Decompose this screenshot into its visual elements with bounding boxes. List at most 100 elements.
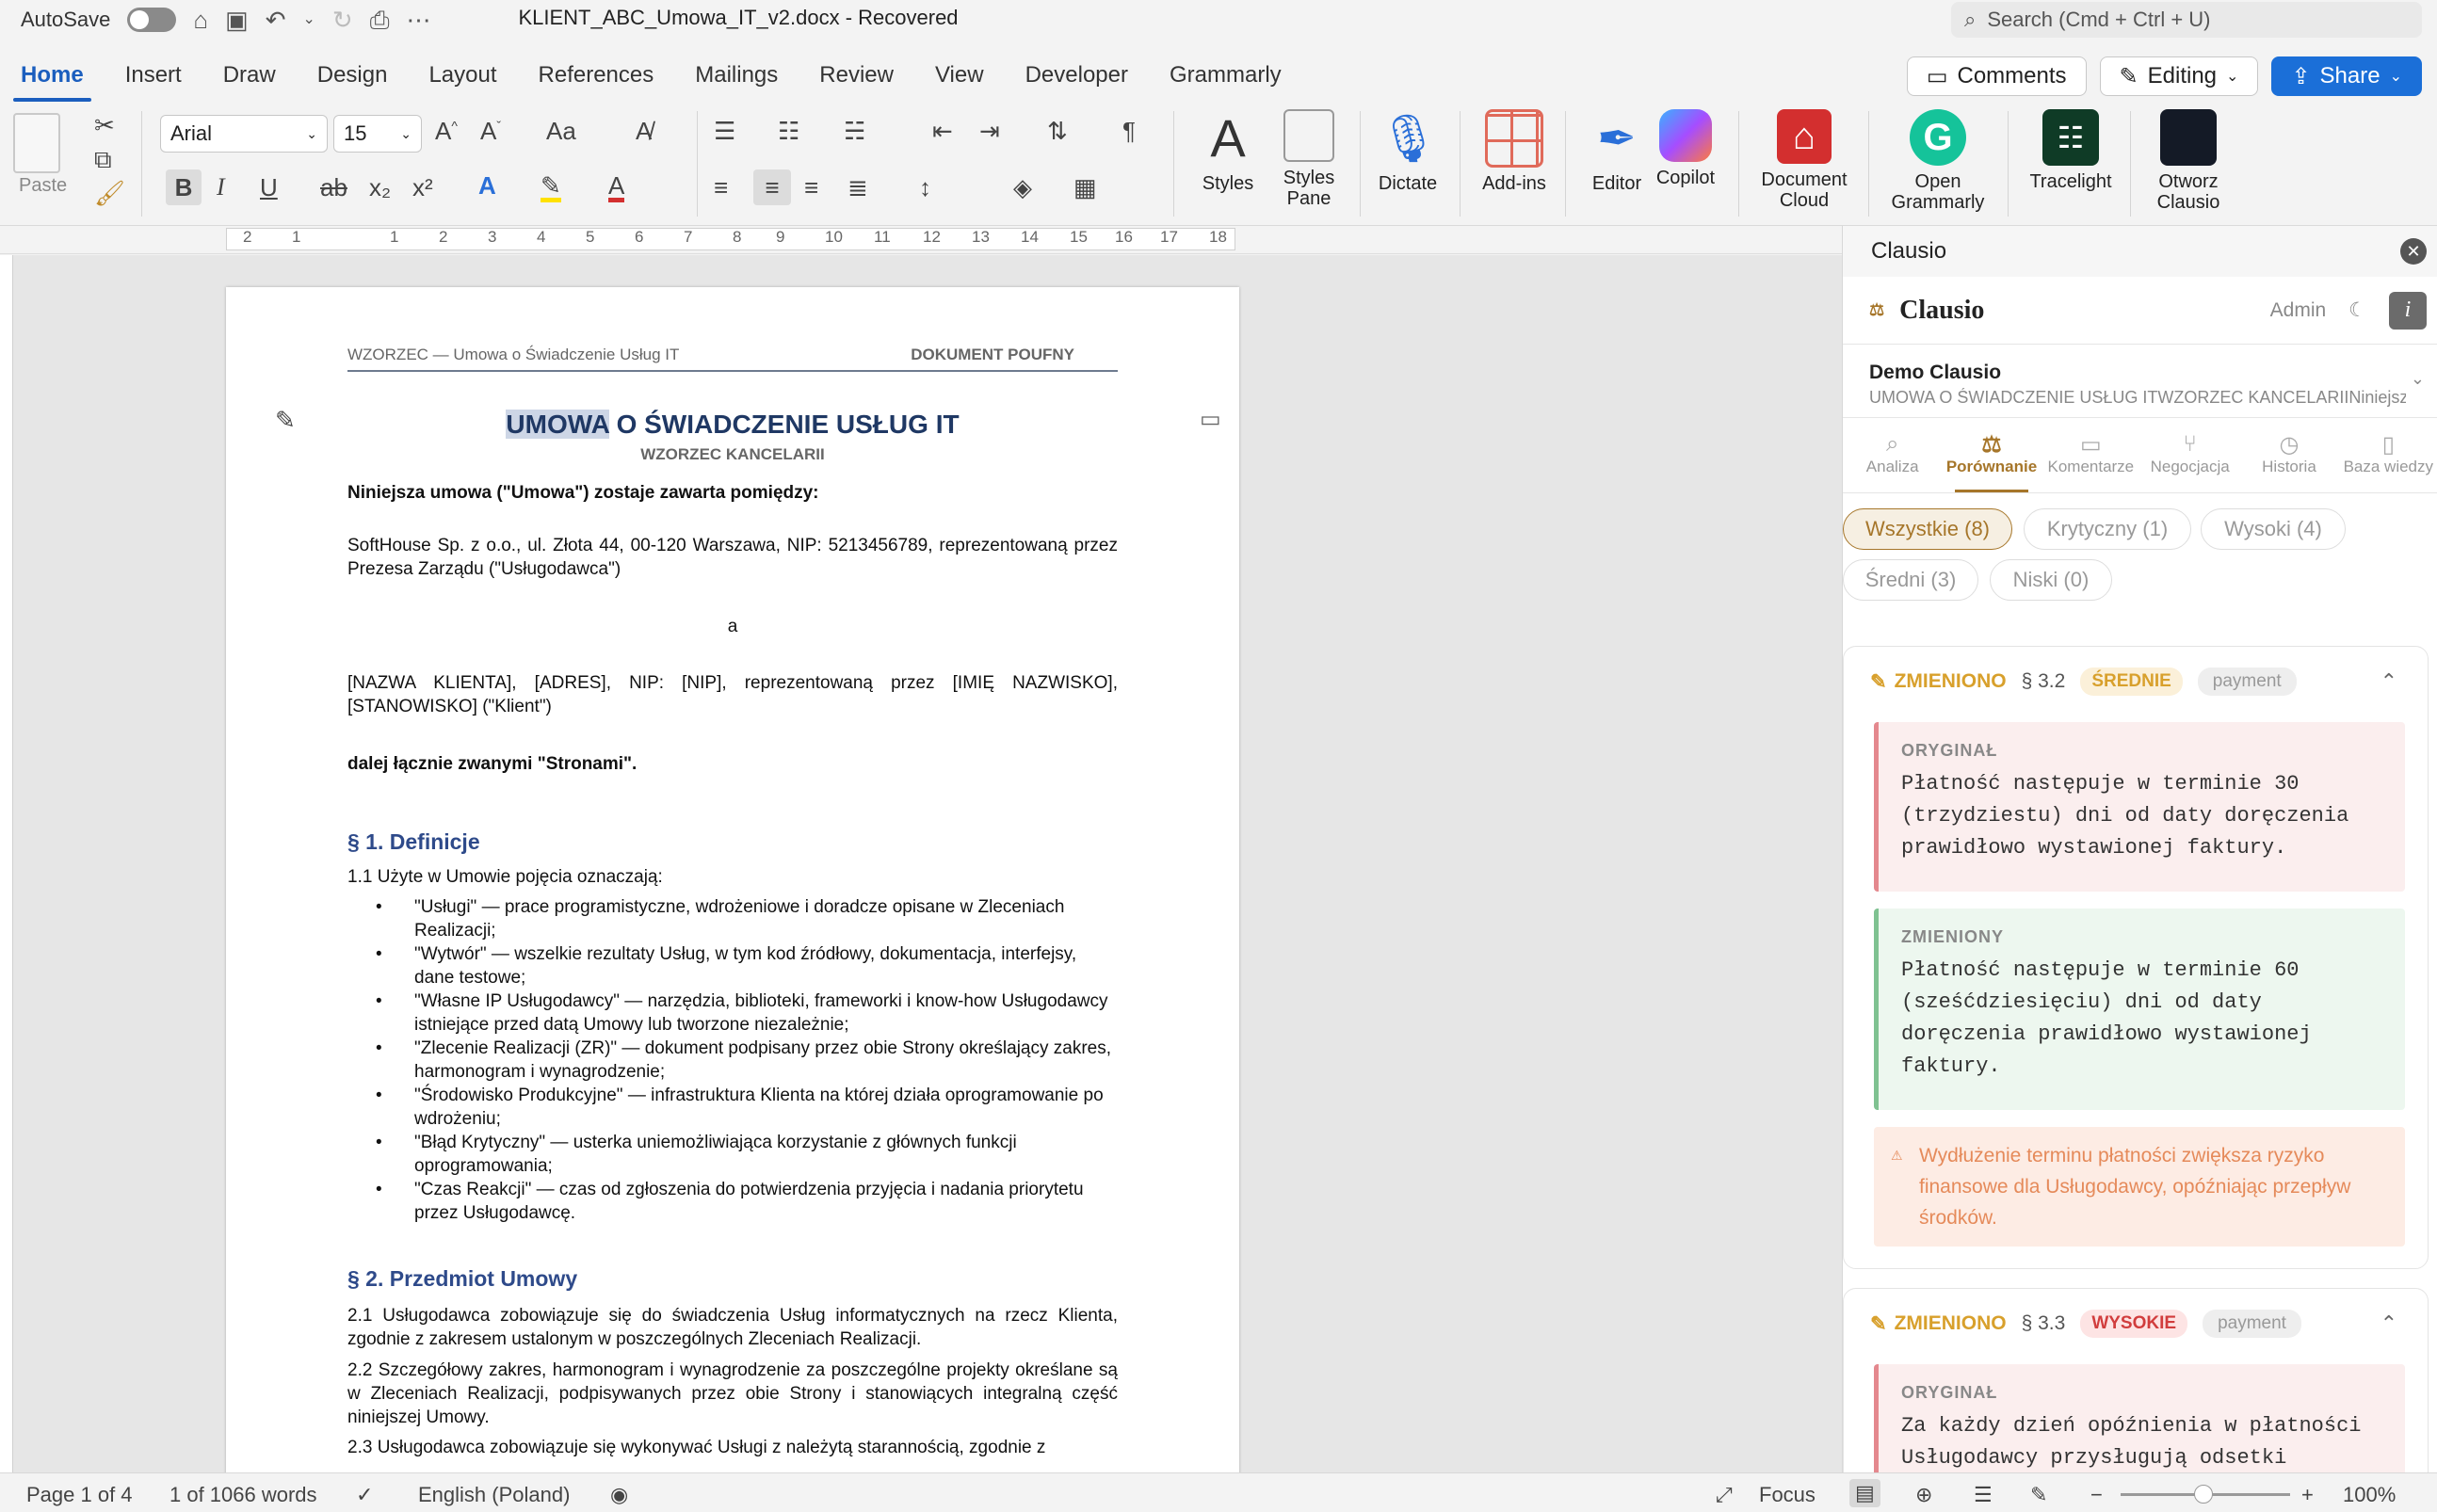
zoom-slider-thumb[interactable] — [2194, 1485, 2213, 1504]
autosave-toggle[interactable] — [127, 8, 177, 32]
tab-references[interactable]: References — [518, 55, 675, 96]
justify-icon[interactable]: ≣ — [847, 175, 868, 200]
editor-button[interactable]: ✒ Editor — [1582, 109, 1652, 194]
copy-icon[interactable]: ⧉ — [94, 147, 112, 171]
show-formatting-icon[interactable]: ¶ — [1122, 119, 1136, 143]
filter-medium[interactable]: Średni (3) — [1843, 559, 1978, 601]
styles-button[interactable]: A Styles — [1192, 109, 1264, 195]
project-selector[interactable]: Demo Clausio UMOWA O ŚWIADCZENIE USŁUG I… — [1843, 345, 2437, 418]
editing-button[interactable]: ✎ Editing ⌄ — [2099, 56, 2259, 96]
font-name-select[interactable]: Arial ⌄ — [160, 115, 328, 153]
dark-mode-icon[interactable]: ☾ — [2348, 298, 2366, 322]
tab-baza-wiedzy[interactable]: ▯ Baza wiedzy — [2339, 418, 2437, 492]
dictate-button[interactable]: 🎙 Dictate — [1369, 109, 1446, 194]
grow-font-icon[interactable]: A^ — [435, 119, 458, 143]
align-center-icon[interactable]: ≡ — [753, 169, 791, 205]
accessibility-icon[interactable]: ◉ — [610, 1483, 628, 1507]
share-button[interactable]: ⇪ Share ⌄ — [2271, 56, 2422, 96]
tab-porownanie[interactable]: ⚖ Porównanie — [1942, 418, 2041, 492]
line-spacing-icon[interactable]: ↕ — [919, 175, 931, 200]
format-painter-icon[interactable]: 🖌 — [94, 181, 125, 205]
open-clausio-button[interactable]: Otworz Clausio — [2141, 109, 2235, 213]
horizontal-ruler[interactable]: 2 1 1 2 3 4 5 6 7 8 9 10 11 12 13 14 15 … — [0, 226, 1842, 254]
word-count[interactable]: 1 of 1066 words — [169, 1483, 317, 1507]
borders-icon[interactable]: ▦ — [1073, 175, 1097, 200]
tab-komentarze[interactable]: ▭ Komentarze — [2042, 418, 2140, 492]
tab-historia[interactable]: ◷ Historia — [2239, 418, 2338, 492]
collapse-chevron-icon[interactable]: ⌃ — [2381, 669, 2397, 694]
change-case-icon[interactable]: Aa — [546, 119, 576, 143]
draft-icon[interactable]: ✎ — [2030, 1483, 2047, 1507]
styles-pane-button[interactable]: Styles Pane — [1271, 109, 1347, 209]
page-indicator[interactable]: Page 1 of 4 — [26, 1483, 133, 1507]
zoom-in-icon[interactable]: + — [2301, 1483, 2314, 1507]
admin-link[interactable]: Admin — [2270, 299, 2327, 322]
undo-dropdown-icon[interactable]: ⌄ — [303, 12, 315, 27]
font-size-select[interactable]: 15 ⌄ — [333, 115, 422, 153]
document-page[interactable]: WZORZEC — Umowa o Świadczenie Usług IT D… — [226, 287, 1239, 1472]
tab-grammarly[interactable]: Grammarly — [1149, 55, 1302, 96]
tab-layout[interactable]: Layout — [408, 55, 517, 96]
undo-icon[interactable]: ↶ — [266, 8, 286, 32]
bullets-icon[interactable]: ☰ — [714, 119, 735, 143]
superscript-icon[interactable]: x² — [412, 175, 433, 200]
subscript-icon[interactable]: x₂ — [369, 175, 391, 200]
document-canvas[interactable]: WZORZEC — Umowa o Świadczenie Usług IT D… — [0, 255, 1842, 1472]
copilot-button[interactable]: Copilot — [1650, 109, 1721, 188]
language-indicator[interactable]: English (Poland) — [418, 1483, 570, 1507]
tab-home[interactable]: Home — [0, 55, 105, 102]
comments-button[interactable]: ▭ Comments — [1906, 56, 2087, 96]
decrease-indent-icon[interactable]: ⇤ — [932, 119, 953, 143]
clear-formatting-icon[interactable]: A̸ — [636, 119, 652, 143]
change-card[interactable]: ✎ ZMIENIONO § 3.3 WYSOKIE payment ⌃ ORYGI… — [1843, 1288, 2429, 1472]
focus-icon[interactable]: ⤢ — [1716, 1483, 1733, 1507]
save-icon[interactable]: ▣ — [225, 8, 249, 32]
focus-label[interactable]: Focus — [1759, 1483, 1816, 1507]
filter-high[interactable]: Wysoki (4) — [2201, 508, 2346, 550]
change-card[interactable]: ✎ ZMIENIONO § 3.2 ŚREDNIE payment ⌃ ORYGI… — [1843, 646, 2429, 1269]
web-layout-icon[interactable]: ⊕ — [1915, 1483, 1932, 1507]
tab-view[interactable]: View — [914, 55, 1005, 96]
multilevel-list-icon[interactable]: ☵ — [844, 119, 865, 143]
strikethrough-icon[interactable]: ab — [320, 175, 347, 200]
shading-icon[interactable]: ◈ — [1013, 175, 1032, 200]
filter-all[interactable]: Wszystkie (8) — [1843, 508, 2012, 550]
tab-design[interactable]: Design — [297, 55, 409, 96]
italic-icon[interactable]: I — [217, 175, 225, 200]
addins-button[interactable]: Add-ins — [1475, 109, 1554, 194]
filter-low[interactable]: Niski (0) — [1990, 559, 2112, 601]
open-grammarly-button[interactable]: G Open Grammarly — [1880, 109, 1996, 213]
tab-draw[interactable]: Draw — [202, 55, 297, 96]
increase-indent-icon[interactable]: ⇥ — [979, 119, 1000, 143]
document-cloud-button[interactable]: ⌂ Document Cloud — [1750, 109, 1859, 211]
bold-icon[interactable]: B — [166, 169, 202, 205]
font-color-icon[interactable]: A — [608, 173, 625, 202]
outline-icon[interactable]: ☰ — [1974, 1483, 1993, 1507]
search-box[interactable]: ⌕ Search (Cmd + Ctrl + U) — [1951, 2, 2422, 38]
filter-critical[interactable]: Krytyczny (1) — [2024, 508, 2191, 550]
more-icon[interactable]: ⋯ — [407, 8, 431, 32]
paste-icon[interactable] — [13, 113, 60, 173]
tab-developer[interactable]: Developer — [1005, 55, 1149, 96]
redo-icon[interactable]: ↻ — [332, 8, 353, 32]
text-effects-icon[interactable]: A — [478, 173, 496, 198]
tab-insert[interactable]: Insert — [105, 55, 202, 96]
zoom-level[interactable]: 100% — [2343, 1483, 2396, 1507]
vertical-ruler[interactable] — [0, 255, 13, 1472]
zoom-out-icon[interactable]: − — [2090, 1483, 2103, 1507]
tracelight-button[interactable]: ☷ Tracelight — [2021, 109, 2121, 192]
numbering-icon[interactable]: ☷ — [778, 119, 799, 143]
tab-review[interactable]: Review — [799, 55, 914, 96]
cut-icon[interactable]: ✂ — [94, 113, 115, 137]
info-icon[interactable]: i — [2389, 291, 2427, 330]
highlight-icon[interactable]: ✎ — [541, 173, 561, 202]
home-icon[interactable]: ⌂ — [193, 8, 208, 32]
tab-analiza[interactable]: ⌕ Analiza — [1843, 418, 1942, 492]
sort-icon[interactable]: ⇅ — [1047, 119, 1068, 143]
underline-icon[interactable]: U — [260, 175, 278, 200]
tab-negocjacja[interactable]: ⑂ Negocjacja — [2140, 418, 2239, 492]
collapse-chevron-icon[interactable]: ⌃ — [2381, 1311, 2397, 1336]
proofing-icon[interactable]: ✓ — [356, 1483, 373, 1507]
tab-mailings[interactable]: Mailings — [674, 55, 799, 96]
align-right-icon[interactable]: ≡ — [804, 175, 818, 200]
